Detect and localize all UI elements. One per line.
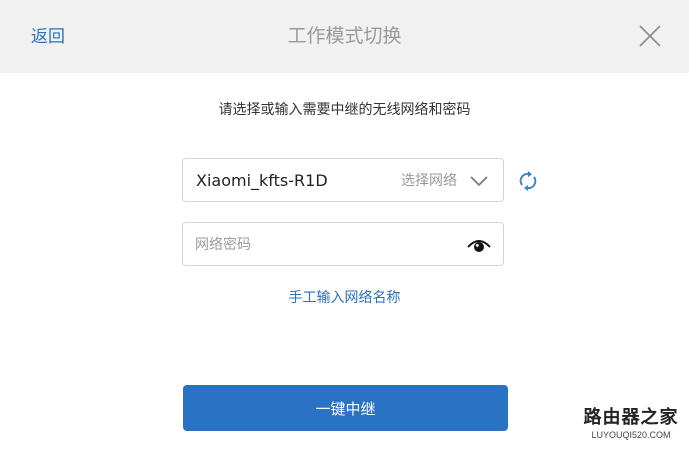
close-button[interactable] [634,20,666,52]
password-input[interactable] [195,233,455,257]
one-click-relay-button[interactable]: 一键中继 [183,385,508,431]
selected-network: Xiaomi_kfts-R1D [196,171,328,190]
close-icon [639,25,661,47]
refresh-icon [519,171,537,191]
watermark-url: LUYOUQI520.COM [591,430,671,440]
password-field-wrapper [182,222,504,266]
select-network-hint: 选择网络 [401,173,457,189]
eye-icon[interactable] [467,236,491,254]
dialog-header: 返回 工作模式切换 [0,0,689,73]
instruction-text: 请选择或输入需要中继的无线网络和密码 [218,102,471,118]
watermark: 路由器之家 LUYOUQI520.COM [576,407,686,449]
watermark-brand: 路由器之家 [583,407,679,428]
refresh-button[interactable] [517,170,539,192]
network-select[interactable]: Xiaomi_kfts-R1D 选择网络 [182,158,504,202]
dialog-title: 工作模式切换 [287,25,402,47]
manual-entry-link[interactable]: 手工输入网络名称 [0,289,689,307]
chevron-down-icon [470,176,488,187]
